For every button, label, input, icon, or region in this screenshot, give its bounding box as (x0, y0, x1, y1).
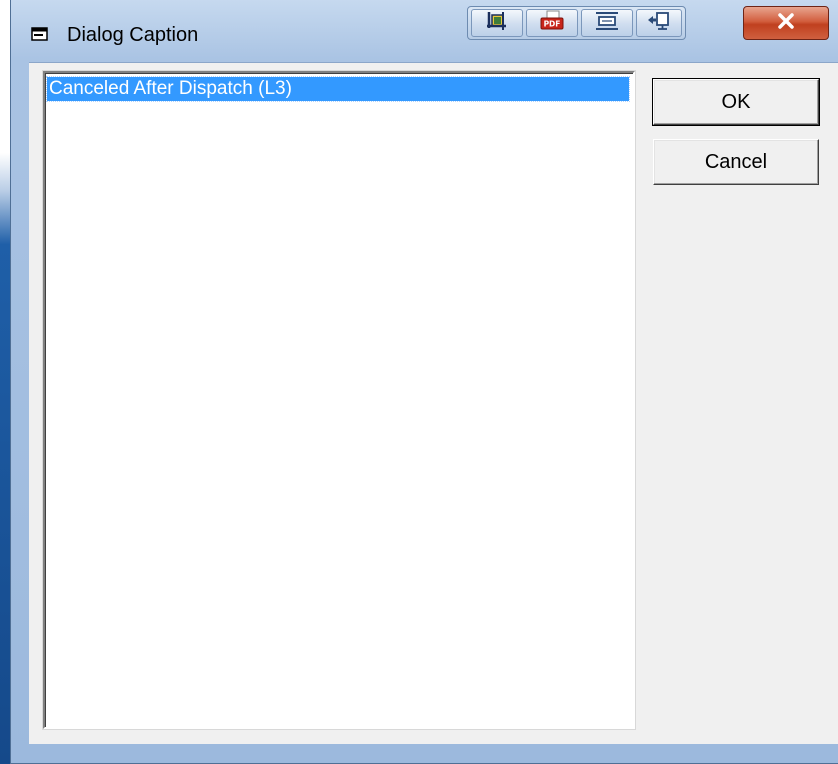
ok-button[interactable]: OK (652, 78, 820, 126)
crop-button[interactable] (471, 9, 523, 37)
close-button[interactable] (743, 6, 829, 40)
title-toolbar: PDF (467, 6, 686, 40)
dialog-window: Dialog Caption PDF Canceled After Dispat… (10, 0, 838, 764)
svg-text:PDF: PDF (544, 19, 561, 28)
send-to-screen-icon (646, 10, 672, 37)
cancel-button[interactable]: Cancel (653, 139, 819, 185)
fit-window-icon (593, 10, 621, 37)
pdf-button[interactable]: PDF (526, 9, 578, 37)
dialog-window-icon (31, 26, 49, 42)
list-item[interactable]: Canceled After Dispatch (L3) (46, 76, 630, 102)
desktop-background (0, 0, 10, 764)
send-to-screen-button[interactable] (636, 9, 682, 37)
options-listbox[interactable]: Canceled After Dispatch (L3) (43, 71, 635, 729)
pdf-icon: PDF (538, 10, 566, 37)
fit-window-button[interactable] (581, 9, 633, 37)
title-bar[interactable]: Dialog Caption PDF (11, 0, 838, 62)
crop-icon (484, 10, 510, 37)
screen: Dialog Caption PDF Canceled After Dispat… (0, 0, 838, 764)
window-title: Dialog Caption (67, 24, 199, 46)
close-icon (775, 12, 797, 35)
dialog-client-area: Canceled After Dispatch (L3) OK Cancel (29, 62, 838, 744)
